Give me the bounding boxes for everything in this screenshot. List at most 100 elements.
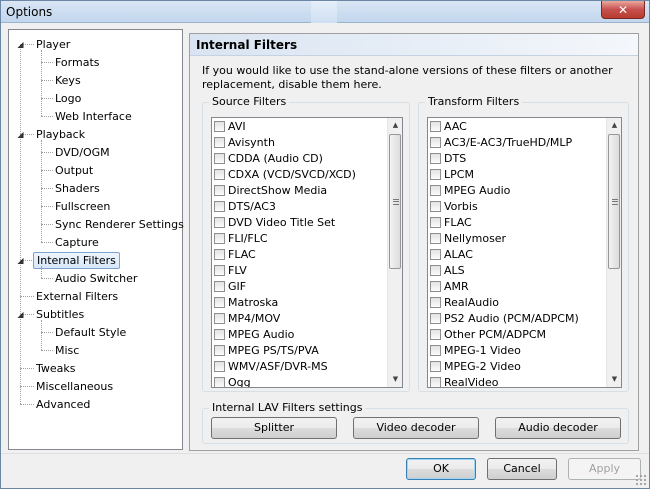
filter-checkbox-item[interactable]: Nellymoser: [430, 231, 506, 247]
checkbox[interactable]: [430, 249, 441, 260]
filter-checkbox-item[interactable]: Matroska: [214, 295, 278, 311]
tree-item-tweaks[interactable]: Tweaks: [33, 360, 79, 377]
checkbox[interactable]: [214, 137, 225, 148]
transform-filters-list[interactable]: RealVideo MPEG-2 Video MPEG-1 Video Other P…: [427, 117, 622, 388]
audio-decoder-button[interactable]: Audio decoder: [495, 417, 621, 439]
checkbox[interactable]: [430, 153, 441, 164]
cancel-button[interactable]: Cancel: [487, 458, 557, 480]
tree-item-capture[interactable]: Capture: [52, 234, 102, 251]
tree-item-default-style[interactable]: Default Style: [52, 324, 129, 341]
tree-item-shaders[interactable]: Shaders: [52, 180, 103, 197]
checkbox[interactable]: [430, 329, 441, 340]
filter-checkbox-item[interactable]: Vorbis: [430, 199, 478, 215]
splitter-button[interactable]: Splitter: [211, 417, 337, 439]
checkbox[interactable]: [430, 281, 441, 292]
checkbox[interactable]: [430, 345, 441, 356]
checkbox[interactable]: [214, 169, 225, 180]
filter-checkbox-item[interactable]: GIF: [214, 279, 246, 295]
filter-checkbox-item[interactable]: MPEG PS/TS/PVA: [214, 343, 319, 359]
checkbox[interactable]: [214, 345, 225, 356]
scroll-thumb[interactable]: [608, 134, 620, 269]
checkbox[interactable]: [430, 121, 441, 132]
checkbox[interactable]: [214, 201, 225, 212]
tree-item-audio-switcher[interactable]: Audio Switcher: [52, 270, 140, 287]
tree-item-web-interface[interactable]: Web Interface: [52, 108, 135, 125]
checkbox[interactable]: [214, 249, 225, 260]
tree-item-external-filters[interactable]: External Filters: [33, 288, 121, 305]
filter-checkbox-item[interactable]: AC3/E-AC3/TrueHD/MLP: [430, 135, 572, 151]
tree-expander-icon[interactable]: ◢: [16, 310, 25, 319]
checkbox[interactable]: [214, 185, 225, 196]
checkbox[interactable]: [214, 217, 225, 228]
checkbox[interactable]: [430, 137, 441, 148]
scroll-down-icon[interactable]: ▼: [388, 372, 402, 387]
checkbox[interactable]: [430, 201, 441, 212]
checkbox[interactable]: [214, 153, 225, 164]
checkbox[interactable]: [214, 265, 225, 276]
close-button[interactable]: ✕: [601, 1, 645, 19]
checkbox[interactable]: [214, 233, 225, 244]
tree-item-sync-renderer-settings[interactable]: Sync Renderer Settings: [52, 216, 187, 233]
filter-checkbox-item[interactable]: CDDA (Audio CD): [214, 151, 323, 167]
filter-checkbox-item[interactable]: MPEG Audio: [214, 327, 294, 343]
filter-checkbox-item[interactable]: FLI/FLC: [214, 231, 268, 247]
filter-checkbox-item[interactable]: PS2 Audio (PCM/ADPCM): [430, 311, 579, 327]
filter-checkbox-item[interactable]: RealAudio: [430, 295, 499, 311]
tree-expander-icon[interactable]: ◢: [16, 130, 25, 139]
checkbox[interactable]: [430, 313, 441, 324]
filter-checkbox-item[interactable]: Ogg: [214, 375, 251, 387]
filter-checkbox-item[interactable]: FLAC: [214, 247, 256, 263]
filter-checkbox-item[interactable]: FLAC: [430, 215, 472, 231]
filter-checkbox-item[interactable]: MPEG Audio: [430, 183, 510, 199]
filter-checkbox-item[interactable]: AMR: [430, 279, 469, 295]
checkbox[interactable]: [214, 361, 225, 372]
checkbox[interactable]: [430, 217, 441, 228]
tree-expander-icon[interactable]: ◢: [16, 40, 25, 49]
tree-item-keys[interactable]: Keys: [52, 72, 84, 89]
filter-checkbox-item[interactable]: LPCM: [430, 167, 474, 183]
checkbox[interactable]: [430, 233, 441, 244]
checkbox[interactable]: [430, 297, 441, 308]
checkbox[interactable]: [214, 281, 225, 292]
filter-checkbox-item[interactable]: MPEG-2 Video: [430, 359, 521, 375]
filter-checkbox-item[interactable]: RealVideo: [430, 375, 499, 387]
checkbox[interactable]: [214, 329, 225, 340]
filter-checkbox-item[interactable]: DTS: [430, 151, 466, 167]
checkbox[interactable]: [430, 169, 441, 180]
video-decoder-button[interactable]: Video decoder: [353, 417, 479, 439]
filter-checkbox-item[interactable]: DTS/AC3: [214, 199, 276, 215]
checkbox[interactable]: [214, 313, 225, 324]
scroll-up-icon[interactable]: ▲: [388, 118, 402, 133]
ok-button[interactable]: OK: [406, 458, 476, 480]
tree-expander-icon[interactable]: ◢: [16, 256, 25, 265]
tree-item-miscellaneous[interactable]: Miscellaneous: [33, 378, 116, 395]
tree-item-internal-filters[interactable]: Internal Filters: [33, 252, 120, 269]
filter-checkbox-item[interactable]: Other PCM/ADPCM: [430, 327, 546, 343]
title-bar[interactable]: Options ✕: [1, 1, 649, 23]
resize-grip-icon[interactable]: [635, 474, 647, 486]
filter-checkbox-item[interactable]: Avisynth: [214, 135, 275, 151]
scroll-down-icon[interactable]: ▼: [607, 372, 621, 387]
tree-item-player[interactable]: Player: [33, 36, 73, 53]
checkbox[interactable]: [430, 185, 441, 196]
filter-checkbox-item[interactable]: FLV: [214, 263, 247, 279]
filter-checkbox-item[interactable]: AVI: [214, 119, 246, 135]
checkbox[interactable]: [430, 361, 441, 372]
filter-checkbox-item[interactable]: AAC: [430, 119, 467, 135]
tree-item-advanced[interactable]: Advanced: [33, 396, 93, 413]
filter-checkbox-item[interactable]: WMV/ASF/DVR-MS: [214, 359, 328, 375]
scroll-thumb[interactable]: [389, 134, 401, 269]
tree-item-misc[interactable]: Misc: [52, 342, 82, 359]
source-filters-list[interactable]: Ogg WMV/ASF/DVR-MS MPEG PS/TS/PVA MPEG Audi…: [211, 117, 403, 388]
transform-scrollbar[interactable]: ▲ ▼: [606, 118, 621, 387]
filter-checkbox-item[interactable]: MP4/MOV: [214, 311, 280, 327]
options-tree[interactable]: ◢ Player Formats Keys Logo Web Interface ◢ Play…: [8, 29, 184, 450]
filter-checkbox-item[interactable]: CDXA (VCD/SVCD/XCD): [214, 167, 356, 183]
source-scrollbar[interactable]: ▲ ▼: [387, 118, 402, 387]
tree-item-formats[interactable]: Formats: [52, 54, 103, 71]
checkbox[interactable]: [430, 265, 441, 276]
filter-checkbox-item[interactable]: MPEG-1 Video: [430, 343, 521, 359]
checkbox[interactable]: [214, 121, 225, 132]
checkbox[interactable]: [430, 377, 441, 387]
tree-item-dvd-ogm[interactable]: DVD/OGM: [52, 144, 113, 161]
